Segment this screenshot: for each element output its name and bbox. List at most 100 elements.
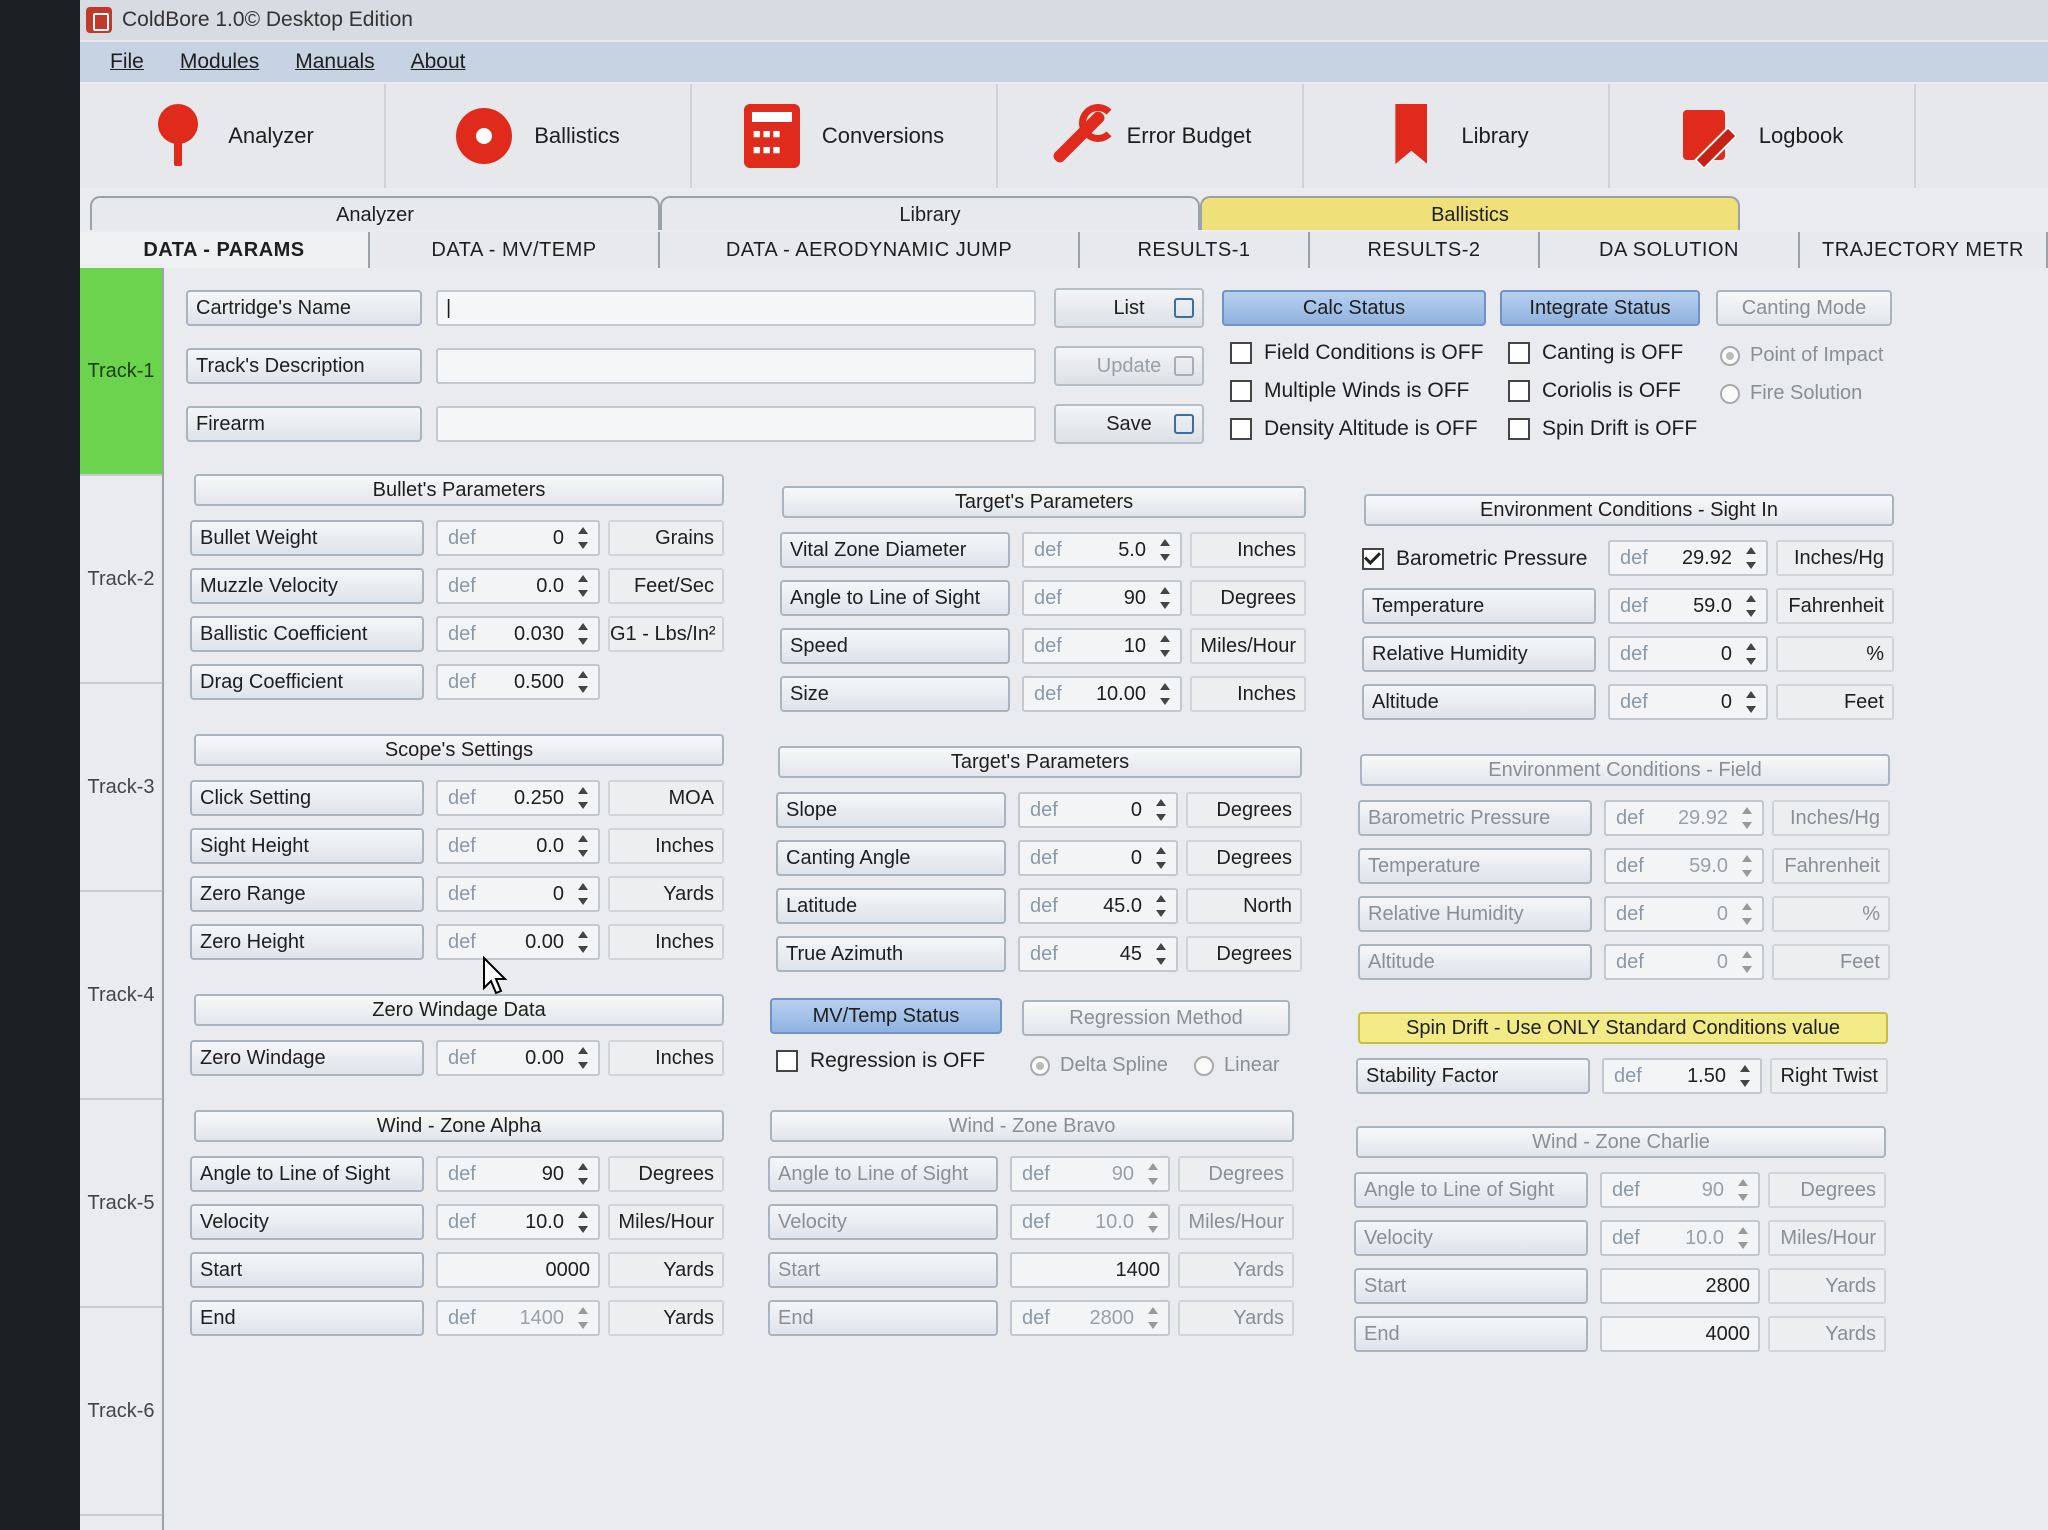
field-humidity-spinner[interactable]: def 0	[1604, 896, 1764, 932]
spinner-arrows-icon[interactable]	[574, 1209, 592, 1235]
menu-about[interactable]: About	[411, 50, 466, 74]
spinner-arrows-icon[interactable]	[1734, 1225, 1752, 1251]
tab-trajectory-metr[interactable]: TRAJECTORY METR	[1800, 232, 2048, 268]
spinner-arrows-icon[interactable]	[574, 621, 592, 647]
track-tab-4[interactable]: Track-4	[80, 892, 162, 1100]
linear-radio[interactable]: Linear	[1194, 1050, 1280, 1080]
spinner-arrows-icon[interactable]	[574, 833, 592, 859]
field-conditions-checkbox[interactable]: Field Conditions is OFF	[1230, 338, 1483, 368]
track-tab-5[interactable]: Track-5	[80, 1100, 162, 1308]
zero-windage-spinner[interactable]: def 0.00	[436, 1040, 600, 1076]
track-tab-6[interactable]: Track-6	[80, 1308, 162, 1516]
spinner-arrows-icon[interactable]	[1738, 805, 1756, 831]
spinner-arrows-icon[interactable]	[1736, 1063, 1754, 1089]
alpha-angle-spinner[interactable]: def 90	[436, 1156, 600, 1192]
sight-temperature-unit[interactable]: Fahrenheit	[1776, 588, 1894, 624]
target-angle-spinner[interactable]: def 90	[1022, 580, 1182, 616]
save-button[interactable]: Save	[1054, 404, 1204, 444]
spinner-arrows-icon[interactable]	[1738, 949, 1756, 975]
spinner-arrows-icon[interactable]	[1738, 901, 1756, 927]
charlie-angle-spinner[interactable]: def 90	[1600, 1172, 1760, 1208]
spinner-arrows-icon[interactable]	[1734, 1177, 1752, 1203]
sight-height-spinner[interactable]: def 0.0	[436, 828, 600, 864]
stability-factor-spinner[interactable]: def 1.50	[1602, 1058, 1762, 1094]
regression-checkbox[interactable]: Regression is OFF	[776, 1046, 985, 1076]
spinner-arrows-icon[interactable]	[1742, 545, 1760, 571]
field-altitude-spinner[interactable]: def 0	[1604, 944, 1764, 980]
cartridge-name-input[interactable]: |	[436, 290, 1036, 326]
toolbar-conversions-button[interactable]: Conversions	[692, 84, 998, 188]
spinner-arrows-icon[interactable]	[574, 525, 592, 551]
group-tab-analyzer[interactable]: Analyzer	[90, 196, 660, 230]
bravo-velocity-spinner[interactable]: def 10.0	[1010, 1204, 1170, 1240]
bravo-angle-spinner[interactable]: def 90	[1010, 1156, 1170, 1192]
spinner-arrows-icon[interactable]	[574, 573, 592, 599]
spinner-arrows-icon[interactable]	[1152, 845, 1170, 871]
tab-results-2[interactable]: RESULTS-2	[1310, 232, 1540, 268]
delta-spline-radio[interactable]: Delta Spline	[1030, 1050, 1168, 1080]
muzzle-velocity-spinner[interactable]: def 0.0	[436, 568, 600, 604]
field-pressure-spinner[interactable]: def 29.92	[1604, 800, 1764, 836]
spinner-arrows-icon[interactable]	[1742, 689, 1760, 715]
zero-range-spinner[interactable]: def 0	[436, 876, 600, 912]
toolbar-analyzer-button[interactable]: Analyzer	[80, 84, 386, 188]
spin-drift-checkbox[interactable]: Spin Drift is OFF	[1508, 414, 1697, 444]
bravo-end-spinner[interactable]: def 2800	[1010, 1300, 1170, 1336]
multiple-winds-checkbox[interactable]: Multiple Winds is OFF	[1230, 376, 1469, 406]
latitude-spinner[interactable]: def 45.0	[1018, 888, 1178, 924]
alpha-end-spinner[interactable]: def 1400	[436, 1300, 600, 1336]
click-setting-unit[interactable]: MOA	[608, 780, 724, 816]
point-of-impact-radio[interactable]: Point of Impact	[1720, 340, 1883, 370]
barometric-pressure-checkbox[interactable]: Barometric Pressure	[1362, 544, 1587, 574]
tab-data-params[interactable]: DATA - PARAMS	[80, 232, 370, 268]
fire-solution-radio[interactable]: Fire Solution	[1720, 378, 1862, 408]
menu-modules[interactable]: Modules	[180, 50, 259, 74]
track-tab-2[interactable]: Track-2	[80, 476, 162, 684]
spinner-arrows-icon[interactable]	[574, 785, 592, 811]
target-speed-spinner[interactable]: def 10	[1022, 628, 1182, 664]
track-tab-3[interactable]: Track-3	[80, 684, 162, 892]
menu-manuals[interactable]: Manuals	[295, 50, 374, 74]
spinner-arrows-icon[interactable]	[1152, 893, 1170, 919]
toolbar-ballistics-button[interactable]: Ballistics	[386, 84, 692, 188]
zero-height-spinner[interactable]: def 0.00	[436, 924, 600, 960]
tab-results-1[interactable]: RESULTS-1	[1080, 232, 1310, 268]
coriolis-checkbox[interactable]: Coriolis is OFF	[1508, 376, 1681, 406]
sight-temperature-spinner[interactable]: def 59.0	[1608, 588, 1768, 624]
density-altitude-checkbox[interactable]: Density Altitude is OFF	[1230, 414, 1478, 444]
latitude-unit[interactable]: North	[1186, 888, 1302, 924]
spinner-arrows-icon[interactable]	[1742, 593, 1760, 619]
click-setting-spinner[interactable]: def 0.250	[436, 780, 600, 816]
spinner-arrows-icon[interactable]	[574, 1305, 592, 1331]
update-button[interactable]: Update	[1054, 346, 1204, 386]
tab-data-aerodynamic-jump[interactable]: DATA - AERODYNAMIC JUMP	[660, 232, 1080, 268]
spinner-arrows-icon[interactable]	[1152, 941, 1170, 967]
canting-checkbox[interactable]: Canting is OFF	[1508, 338, 1683, 368]
toolbar-error-budget-button[interactable]: Error Budget	[998, 84, 1304, 188]
target-size-spinner[interactable]: def 10.00	[1022, 676, 1182, 712]
sight-pressure-spinner[interactable]: def 29.92	[1608, 540, 1768, 576]
twist-direction-select[interactable]: Right Twist	[1770, 1058, 1888, 1094]
firearm-input[interactable]	[436, 406, 1036, 442]
field-temperature-spinner[interactable]: def 59.0	[1604, 848, 1764, 884]
list-button[interactable]: List	[1054, 288, 1204, 328]
vital-zone-spinner[interactable]: def 5.0	[1022, 532, 1182, 568]
spinner-arrows-icon[interactable]	[1742, 641, 1760, 667]
spinner-arrows-icon[interactable]	[574, 669, 592, 695]
group-tab-library[interactable]: Library	[660, 196, 1200, 230]
tab-da-solution[interactable]: DA SOLUTION	[1540, 232, 1800, 268]
spinner-arrows-icon[interactable]	[1144, 1305, 1162, 1331]
drag-coefficient-spinner[interactable]: def 0.500	[436, 664, 600, 700]
ballistic-coefficient-spinner[interactable]: def 0.030	[436, 616, 600, 652]
charlie-velocity-spinner[interactable]: def 10.0	[1600, 1220, 1760, 1256]
slope-spinner[interactable]: def 0	[1018, 792, 1178, 828]
canting-angle-spinner[interactable]: def 0	[1018, 840, 1178, 876]
spinner-arrows-icon[interactable]	[1144, 1209, 1162, 1235]
menu-file[interactable]: File	[110, 50, 144, 74]
toolbar-library-button[interactable]: Library	[1304, 84, 1610, 188]
spinner-arrows-icon[interactable]	[1156, 633, 1174, 659]
track-tab-1[interactable]: Track-1	[80, 268, 162, 476]
alpha-velocity-spinner[interactable]: def 10.0	[436, 1204, 600, 1240]
bullet-weight-spinner[interactable]: def 0	[436, 520, 600, 556]
ballistic-coefficient-unit[interactable]: G1 - Lbs/In²	[608, 616, 724, 652]
